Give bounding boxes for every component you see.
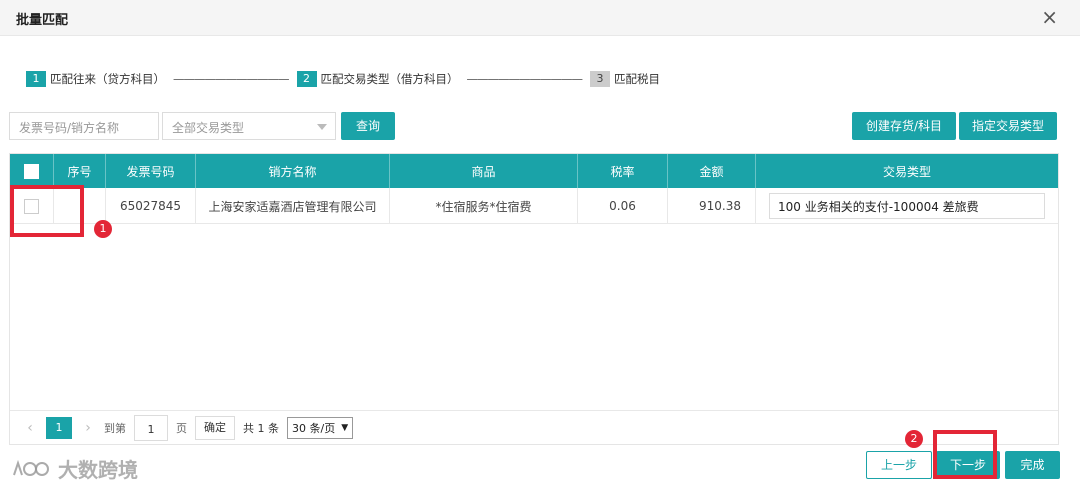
row-invoice-no: 65027845 xyxy=(106,188,196,224)
chevron-down-icon: ▼ xyxy=(341,422,349,433)
row-trade-type-cell: 100 业务相关的支付-100004 差旅费 xyxy=(756,188,1058,224)
col-seller: 销方名称 xyxy=(196,154,390,188)
step-separator: ——————————— xyxy=(173,72,289,86)
step-3-label: 匹配税目 xyxy=(614,72,660,86)
dialog-title: 批量匹配 xyxy=(16,13,69,28)
watermark-text: 大数跨境 xyxy=(58,458,138,482)
col-seq: 序号 xyxy=(54,154,106,188)
step-1-label: 匹配往来（贷方科目） xyxy=(50,72,165,86)
row-goods: *住宿服务*住宿费 xyxy=(390,188,578,224)
goto-confirm-button[interactable]: 确定 xyxy=(195,415,235,440)
page-size-select[interactable]: 30 条/页 ▼ xyxy=(287,416,354,439)
query-button[interactable]: 查询 xyxy=(341,112,395,140)
prev-step-button[interactable]: 上一步 xyxy=(866,451,932,479)
highlight-box-next-step xyxy=(933,430,997,479)
col-invoice-no: 发票号码 xyxy=(106,154,196,188)
step-2-label: 匹配交易类型（借方科目） xyxy=(320,72,459,86)
watermark-logo-icon xyxy=(13,459,49,476)
col-goods: 商品 xyxy=(390,154,578,188)
step-indicator: 1 匹配往来（贷方科目） ——————————— 2 匹配交易类型（借方科目） … xyxy=(26,71,660,87)
col-trade-type: 交易类型 xyxy=(882,164,931,179)
finish-button[interactable]: 完成 xyxy=(1005,451,1060,479)
watermark: 大数跨境 xyxy=(8,454,138,483)
step-separator: ——————————— xyxy=(466,72,583,86)
current-page-button[interactable]: 1 xyxy=(46,416,72,439)
pagination: ‹ 1 › 到第 1 页 确定 共 1 条 30 条/页 ▼ xyxy=(10,410,1058,444)
goto-page-input[interactable]: 1 xyxy=(134,414,168,441)
highlight-box-row-checkbox xyxy=(10,185,84,237)
invoice-table: 序号 发票号码 销方名称 商品 税率 金额 交易类型 65027845 上海安家… xyxy=(9,153,1059,445)
page-size-value: 30 条/页 xyxy=(292,421,336,435)
prev-page-icon[interactable]: ‹ xyxy=(22,420,38,436)
trade-type-select-value: 全部交易类型 xyxy=(172,121,245,135)
row-amount: 910.38 xyxy=(668,188,756,224)
goto-prefix: 到第 xyxy=(104,421,126,435)
col-tax-rate: 税率 xyxy=(578,154,668,188)
create-inventory-account-button[interactable]: 创建存货/科目 xyxy=(852,112,956,140)
chevron-down-icon xyxy=(317,124,327,130)
trade-type-input[interactable]: 100 业务相关的支付-100004 差旅费 xyxy=(769,193,1045,219)
trade-type-select[interactable]: 全部交易类型 xyxy=(162,112,336,140)
select-all-cell xyxy=(10,154,54,188)
annotation-badge-1: 1 xyxy=(94,220,112,238)
assign-trade-type-button[interactable]: 指定交易类型 xyxy=(959,112,1057,140)
goto-suffix: 页 xyxy=(176,421,187,435)
row-tax-rate: 0.06 xyxy=(578,188,668,224)
next-page-icon[interactable]: › xyxy=(80,420,96,436)
dialog-header: 批量匹配 × xyxy=(0,0,1080,36)
row-seller: 上海安家适嘉酒店管理有限公司 xyxy=(196,188,390,224)
col-amount: 金额 xyxy=(668,154,756,188)
search-input[interactable]: 发票号码/销方名称 xyxy=(9,112,159,140)
step-3-number: 3 xyxy=(590,71,610,87)
close-icon[interactable]: × xyxy=(1041,6,1058,28)
total-count: 共 1 条 xyxy=(243,421,279,435)
select-all-checkbox[interactable] xyxy=(24,163,39,179)
step-1-number: 1 xyxy=(26,71,46,87)
annotation-badge-2: 2 xyxy=(905,430,923,448)
step-2-number: 2 xyxy=(296,71,317,87)
table-row[interactable]: 65027845 上海安家适嘉酒店管理有限公司 *住宿服务*住宿费 0.06 9… xyxy=(10,188,1058,224)
table-header: 序号 发票号码 销方名称 商品 税率 金额 交易类型 xyxy=(10,154,1058,188)
